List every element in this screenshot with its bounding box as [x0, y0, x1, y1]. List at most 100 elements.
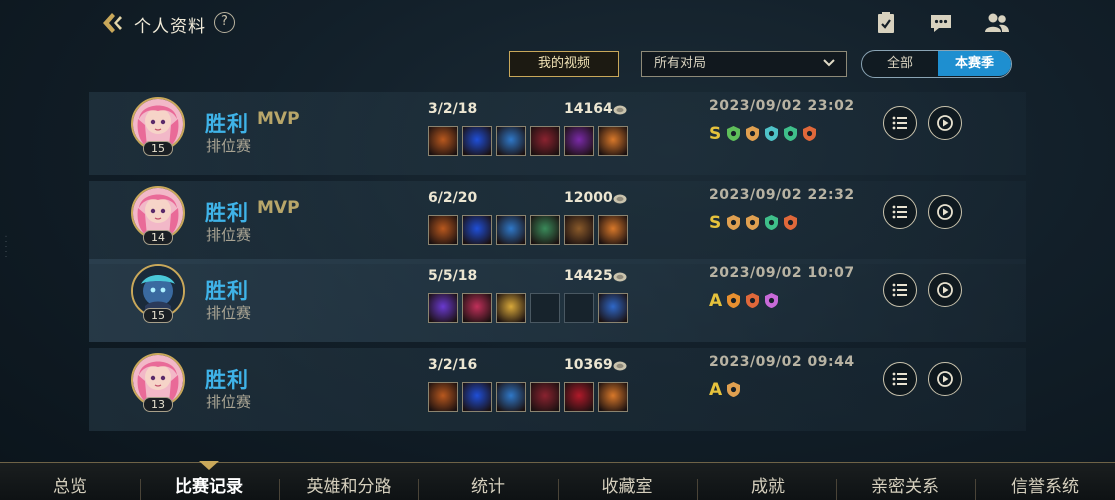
toggle-season[interactable]: 本赛季: [938, 51, 1011, 76]
item-icon[interactable]: [428, 126, 458, 156]
back-button[interactable]: [100, 10, 126, 36]
match-row[interactable]: 13 胜利 排位赛 3/2/16 10369 2023/09/02 09:44 …: [89, 348, 1026, 431]
list-icon: [892, 372, 907, 386]
nav-divider: [140, 479, 141, 500]
hero-level-badge: 14: [143, 230, 173, 245]
achievement-badge-icon: [746, 215, 759, 230]
match-result: 胜利: [205, 368, 249, 392]
match-filter-select[interactable]: 所有对局: [641, 51, 847, 77]
coin-icon: [613, 361, 627, 371]
match-replay-button[interactable]: [928, 195, 962, 229]
item-icon[interactable]: [462, 293, 492, 323]
clipboard-check-icon: [878, 12, 894, 33]
achievement-badge-icon: [765, 215, 778, 230]
item-icon[interactable]: [462, 382, 492, 412]
match-details-button[interactable]: [883, 273, 917, 307]
performance-grade: S: [709, 213, 722, 233]
tab-achievements[interactable]: 成就: [726, 463, 810, 500]
achievement-badge-icon: [803, 126, 816, 141]
chat-button[interactable]: [929, 11, 955, 35]
item-icon[interactable]: [428, 215, 458, 245]
achievement-badge-icon: [727, 215, 740, 230]
task-list-button[interactable]: [874, 11, 900, 35]
tab-collection[interactable]: 收藏室: [585, 463, 669, 500]
achievement-badge-icon: [746, 293, 759, 308]
item-icon[interactable]: [598, 215, 628, 245]
match-result: 胜利: [205, 279, 249, 303]
game-mode: 排位赛: [206, 137, 252, 155]
game-mode: 排位赛: [206, 304, 252, 322]
game-mode: 排位赛: [206, 226, 252, 244]
match-replay-button[interactable]: [928, 106, 962, 140]
help-button[interactable]: ?: [214, 12, 235, 33]
match-datetime: 2023/09/02 10:07: [709, 265, 855, 281]
item-icon[interactable]: [564, 126, 594, 156]
toggle-all[interactable]: 全部: [862, 51, 938, 76]
achievement-badge-icon: [784, 215, 797, 230]
tab-relationships[interactable]: 亲密关系: [855, 463, 955, 500]
item-icon[interactable]: [428, 382, 458, 412]
coin-icon: [613, 194, 627, 204]
match-row[interactable]: 15 胜利 排位赛 5/5/18 14425 2023/09/02 10:07 …: [89, 259, 1026, 342]
tab-statistics[interactable]: 统计: [446, 463, 530, 500]
friends-icon: [985, 13, 1009, 32]
item-icon[interactable]: [496, 215, 526, 245]
item-icon[interactable]: [598, 293, 628, 323]
gold-score: 10369: [564, 357, 613, 373]
tab-heroes-and-lanes[interactable]: 英雄和分路: [290, 463, 408, 500]
achievement-badge-icon: [727, 382, 740, 397]
gold-score: 12000: [564, 190, 613, 206]
mvp-label: MVP: [257, 109, 300, 129]
match-details-button[interactable]: [883, 362, 917, 396]
item-icon[interactable]: [564, 215, 594, 245]
item-icon[interactable]: [462, 215, 492, 245]
match-history-screen: 个人资料 ? 我的视频 所有对局 全部 本赛季 · · · · · 15 胜利 …: [0, 0, 1115, 500]
item-icon[interactable]: [496, 382, 526, 412]
tab-overview[interactable]: 总览: [30, 463, 110, 500]
item-icon[interactable]: [496, 126, 526, 156]
bottom-nav: 总览 比赛记录 英雄和分路 统计 收藏室 成就 亲密关系 信誉系统: [0, 461, 1115, 500]
kda-value: 3/2/18: [428, 101, 478, 117]
empty-item-slot[interactable]: [564, 293, 594, 323]
match-row[interactable]: 14 胜利 MVP 排位赛 6/2/20 12000 2023/09/02 22…: [89, 181, 1026, 264]
achievement-badge-icon: [765, 126, 778, 141]
tab-match-history[interactable]: 比赛记录: [158, 463, 260, 500]
item-icon[interactable]: [530, 382, 560, 412]
season-toggle: 全部 本赛季: [861, 50, 1012, 78]
achievement-badge-icon: [784, 126, 797, 141]
item-icon[interactable]: [428, 293, 458, 323]
item-icon[interactable]: [530, 215, 560, 245]
tab-reputation[interactable]: 信誉系统: [990, 463, 1100, 500]
gold-score: 14164: [564, 101, 613, 117]
kda-value: 6/2/20: [428, 190, 478, 206]
achievement-badge-icon: [765, 293, 778, 308]
page-title: 个人资料: [134, 17, 206, 37]
empty-item-slot[interactable]: [530, 293, 560, 323]
nav-divider: [836, 479, 837, 500]
match-details-button[interactable]: [883, 106, 917, 140]
my-video-button[interactable]: 我的视频: [509, 51, 619, 77]
item-icon[interactable]: [564, 382, 594, 412]
back-arrow-icon: [103, 13, 122, 33]
list-icon: [892, 205, 907, 219]
replay-icon: [937, 371, 953, 387]
item-icon[interactable]: [462, 126, 492, 156]
match-row[interactable]: 15 胜利 MVP 排位赛 3/2/18 14164 2023/09/02 23…: [89, 92, 1026, 175]
item-icon[interactable]: [598, 382, 628, 412]
hero-level-badge: 15: [143, 308, 173, 323]
item-icon[interactable]: [530, 126, 560, 156]
friends-button[interactable]: [984, 11, 1010, 35]
hero-level-badge: 13: [143, 397, 173, 412]
achievement-badge-icon: [727, 293, 740, 308]
achievement-badge-icon: [727, 126, 740, 141]
match-datetime: 2023/09/02 09:44: [709, 354, 855, 370]
match-replay-button[interactable]: [928, 273, 962, 307]
match-replay-button[interactable]: [928, 362, 962, 396]
item-icon[interactable]: [598, 126, 628, 156]
replay-icon: [937, 282, 953, 298]
mvp-label: MVP: [257, 198, 300, 218]
item-icon[interactable]: [496, 293, 526, 323]
kda-value: 3/2/16: [428, 357, 478, 373]
match-details-button[interactable]: [883, 195, 917, 229]
nav-divider: [279, 479, 280, 500]
